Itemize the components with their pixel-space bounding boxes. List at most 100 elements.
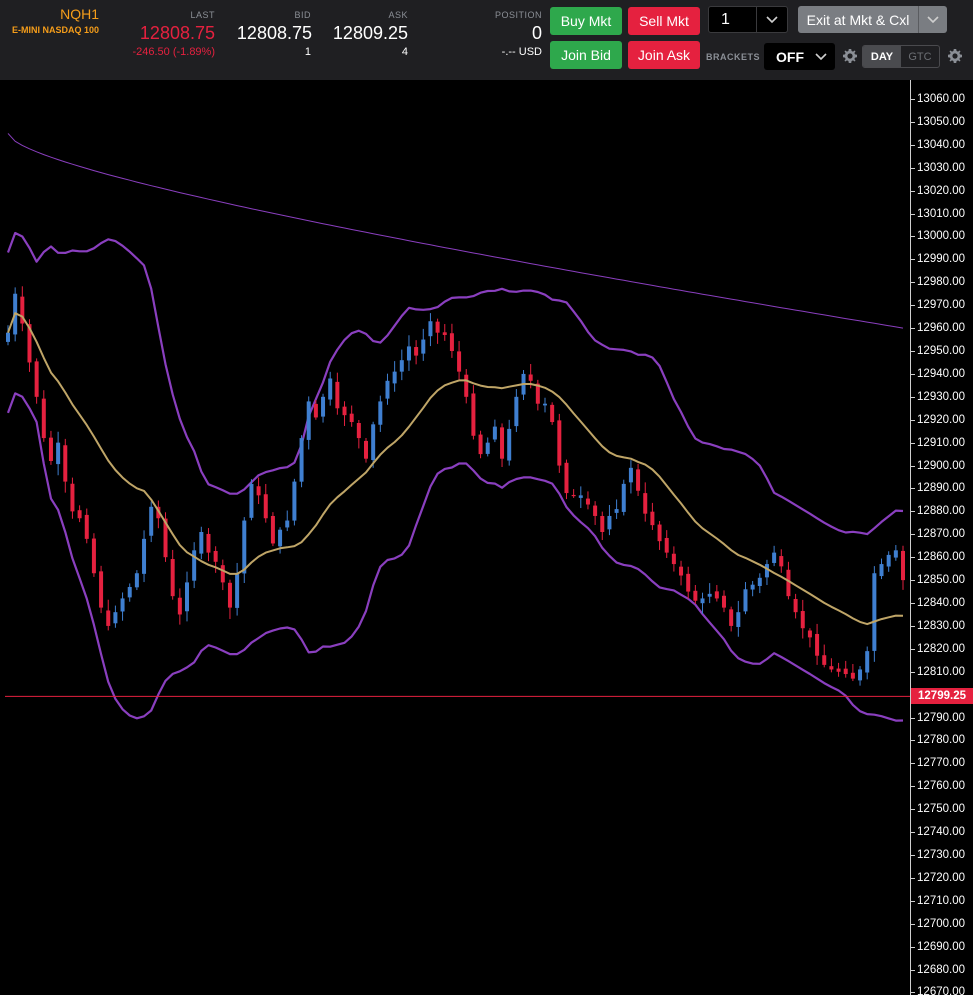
candle-body [485,442,490,454]
bid-price: 12808.75 [236,23,312,43]
axis-tick-label: 12730.00 [917,849,965,862]
candle-body [84,514,89,539]
candle-body [227,582,232,608]
candle-body [671,553,676,565]
candle-body [779,556,784,567]
axis-tick-mark [911,557,915,559]
candle-body [464,374,469,397]
price-chart[interactable] [0,80,973,995]
axis-tick-mark [911,121,915,123]
axis-tick-label: 12740.00 [917,826,965,839]
axis-tick-mark [911,763,915,765]
candle-body [786,569,791,597]
axis-tick-label: 12870.00 [917,528,965,541]
candle-body [63,445,68,482]
candle-body [557,420,562,466]
price-axis[interactable]: 13060.00 13050.00 13040.00 13030.00 13020.00… [910,80,973,995]
tif-gtc-option[interactable]: GTC [901,46,939,67]
candlestick-plot[interactable] [0,80,910,995]
candle-body [714,591,719,599]
axis-tick-mark [911,786,915,788]
symbol-name[interactable]: NQH1 [0,6,99,22]
axis-tick-label: 12910.00 [917,436,965,449]
axis-tick-mark [911,282,915,284]
candle-body [457,351,462,372]
last-label: LAST [190,10,215,20]
candle-body [263,494,268,519]
candle-body [77,510,82,519]
candle-body [843,668,848,675]
join-bid-button[interactable]: Join Bid [550,41,622,69]
upper-band-line [6,231,904,536]
exit-market-cancel-button[interactable]: Exit at Mkt & Cxl [798,6,918,33]
candle-body [679,566,684,576]
axis-tick-mark [911,259,915,261]
candle-body [636,469,641,491]
axis-tick-label: 12840.00 [917,597,965,610]
candle-body [106,610,111,626]
axis-tick-mark [911,213,915,215]
candle-body [578,495,583,498]
chevron-down-icon [807,52,835,61]
candle-body [550,404,555,423]
candle-body [564,462,569,494]
last-change: -246.50 (-1.89%) [132,46,215,58]
sell-market-button[interactable]: Sell Mkt [628,7,700,35]
quantity-select[interactable]: 1 [708,6,788,33]
candle-body [34,361,39,397]
axis-tick-mark [911,236,915,238]
axis-tick-mark [911,534,915,536]
candle-body [693,590,698,601]
brackets-select[interactable]: OFF [764,43,835,70]
buy-market-button[interactable]: Buy Mkt [550,7,622,35]
axis-tick-mark [911,488,915,490]
candle-body [213,550,218,562]
axis-tick-label: 12920.00 [917,413,965,426]
axis-tick-label: 12860.00 [917,551,965,564]
candle-body [428,321,433,337]
time-in-force-toggle[interactable]: DAY GTC [862,45,940,68]
candle-body [270,515,275,544]
axis-tick-label: 12970.00 [917,299,965,312]
candle-body [399,360,404,372]
axis-tick-label: 12950.00 [917,345,965,357]
candle-body [285,520,290,528]
axis-tick-label: 13030.00 [917,161,965,174]
axis-tick-label: 12750.00 [917,803,965,816]
axis-tick-mark [911,99,915,100]
order-toolbar: NQH1 E-MINI NASDAQ 100 LAST 12808.75 -24… [0,0,973,80]
candle-body [449,333,454,352]
candle-body [256,486,261,496]
candle-body [142,538,147,574]
candle-body [858,669,863,681]
axis-tick-mark [911,419,915,421]
axis-tick-label: 12700.00 [917,917,965,930]
candle-body [628,467,633,483]
candle-body [414,347,419,356]
moving-average [7,312,904,626]
axis-tick-label: 12990.00 [917,253,965,266]
settings-gear-icon[interactable] [947,48,963,64]
candle-body [220,565,225,583]
axis-tick-label: 12710.00 [917,894,965,907]
axis-tick-mark [911,328,915,330]
exit-options-chevron-icon[interactable] [918,6,947,33]
tif-day-option[interactable]: DAY [863,46,901,67]
join-ask-button[interactable]: Join Ask [628,41,700,69]
candle-body [199,531,204,554]
candle-body [392,371,397,384]
bracket-settings-gear-icon[interactable] [842,48,858,64]
axis-tick-label: 12720.00 [917,871,965,884]
candle-body [292,481,297,521]
chevron-down-icon[interactable] [756,7,787,32]
candle-body [865,651,870,673]
candle-body [48,437,53,461]
candle-body [600,516,605,532]
candle-body [70,483,75,512]
candle-body [528,374,533,381]
axis-tick-mark [911,946,915,948]
axis-tick-mark [911,442,915,444]
axis-tick-label: 12830.00 [917,619,965,632]
candle-body [421,339,426,354]
axis-tick-label: 12680.00 [917,963,965,976]
